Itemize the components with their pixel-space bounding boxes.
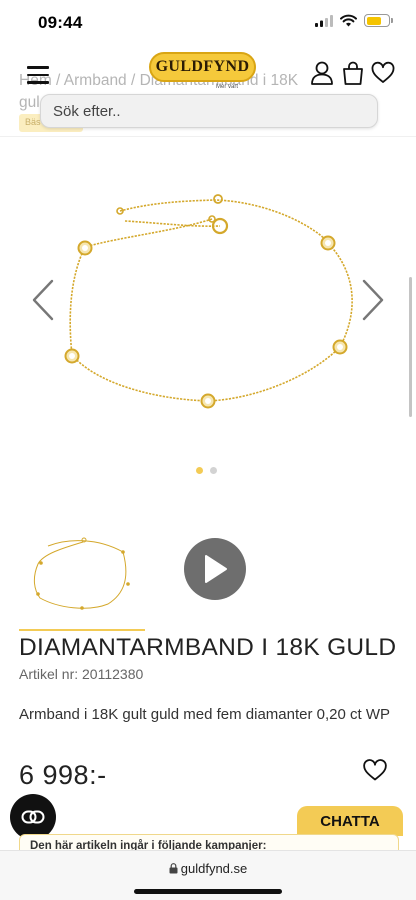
play-video-button[interactable] xyxy=(184,538,246,600)
search-input[interactable] xyxy=(53,102,365,120)
thumbnail-strip xyxy=(0,520,416,631)
gallery-dot[interactable] xyxy=(210,467,217,474)
home-indicator[interactable] xyxy=(134,889,282,894)
search-field[interactable] xyxy=(40,94,378,128)
breadcrumb-continued: gul xyxy=(19,94,40,111)
logo[interactable]: GULDFYND xyxy=(149,52,256,82)
lock-icon xyxy=(169,863,178,874)
product-description: Armband i 18K gult guld med fem diamante… xyxy=(19,706,391,723)
battery-icon xyxy=(364,14,393,27)
thumbnail-active-indicator xyxy=(19,629,145,631)
menu-icon[interactable] xyxy=(27,66,49,84)
product-image xyxy=(64,194,353,409)
product-title: DIAMANTARMBAND I 18K GULD xyxy=(19,634,397,661)
product-gallery[interactable] xyxy=(0,136,416,492)
url-display[interactable]: guldfynd.se xyxy=(0,861,416,876)
status-time: 09:44 xyxy=(38,13,83,32)
wifi-icon xyxy=(340,14,357,27)
status-icons xyxy=(315,14,393,27)
wishlist-heart-icon[interactable] xyxy=(362,758,388,782)
heart-icon[interactable] xyxy=(370,60,396,86)
cellular-signal-icon xyxy=(315,14,333,27)
product-price: 6 998:- xyxy=(19,760,107,790)
status-bar: 09:44 xyxy=(0,0,416,46)
chevron-right-icon[interactable] xyxy=(358,277,388,323)
gallery-dot-active[interactable] xyxy=(196,467,203,474)
article-number: Artikel nr: 20112380 xyxy=(19,666,144,682)
url-text: guldfynd.se xyxy=(180,861,248,876)
thumbnail-image[interactable] xyxy=(28,528,136,614)
user-icon[interactable] xyxy=(309,60,335,86)
logo-subtext: Mer värt xyxy=(216,84,239,90)
scrollbar[interactable] xyxy=(409,277,412,417)
browser-url-bar[interactable]: guldfynd.se xyxy=(0,850,416,900)
chevron-left-icon[interactable] xyxy=(28,277,58,323)
chat-button[interactable]: CHATTA xyxy=(297,806,403,836)
chat-icon xyxy=(21,810,45,824)
gallery-dots xyxy=(196,467,217,474)
site-header: Hem / Armband / Diamantarmband i 18K gul… xyxy=(0,46,416,136)
play-icon xyxy=(205,555,227,583)
bag-icon[interactable] xyxy=(340,60,366,86)
